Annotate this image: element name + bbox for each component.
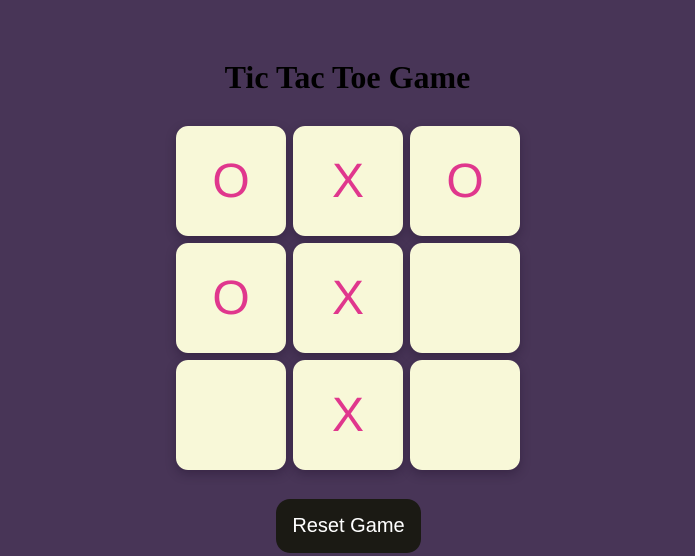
cell-r2-c3[interactable]: [410, 243, 520, 353]
page-title: Tic Tac Toe Game: [224, 59, 471, 95]
cell-r1-c2[interactable]: X: [293, 126, 403, 236]
cell-r3-c2[interactable]: X: [293, 360, 403, 470]
cell-r1-c3[interactable]: O: [410, 126, 520, 236]
game-board: O X O O X X: [176, 126, 521, 471]
reset-game-button[interactable]: Reset Game: [276, 499, 421, 553]
cell-r2-c1[interactable]: O: [176, 243, 286, 353]
cell-r3-c3[interactable]: [410, 360, 520, 470]
cell-r3-c1[interactable]: [176, 360, 286, 470]
cell-r1-c1[interactable]: O: [176, 126, 286, 236]
cell-r2-c2[interactable]: X: [293, 243, 403, 353]
